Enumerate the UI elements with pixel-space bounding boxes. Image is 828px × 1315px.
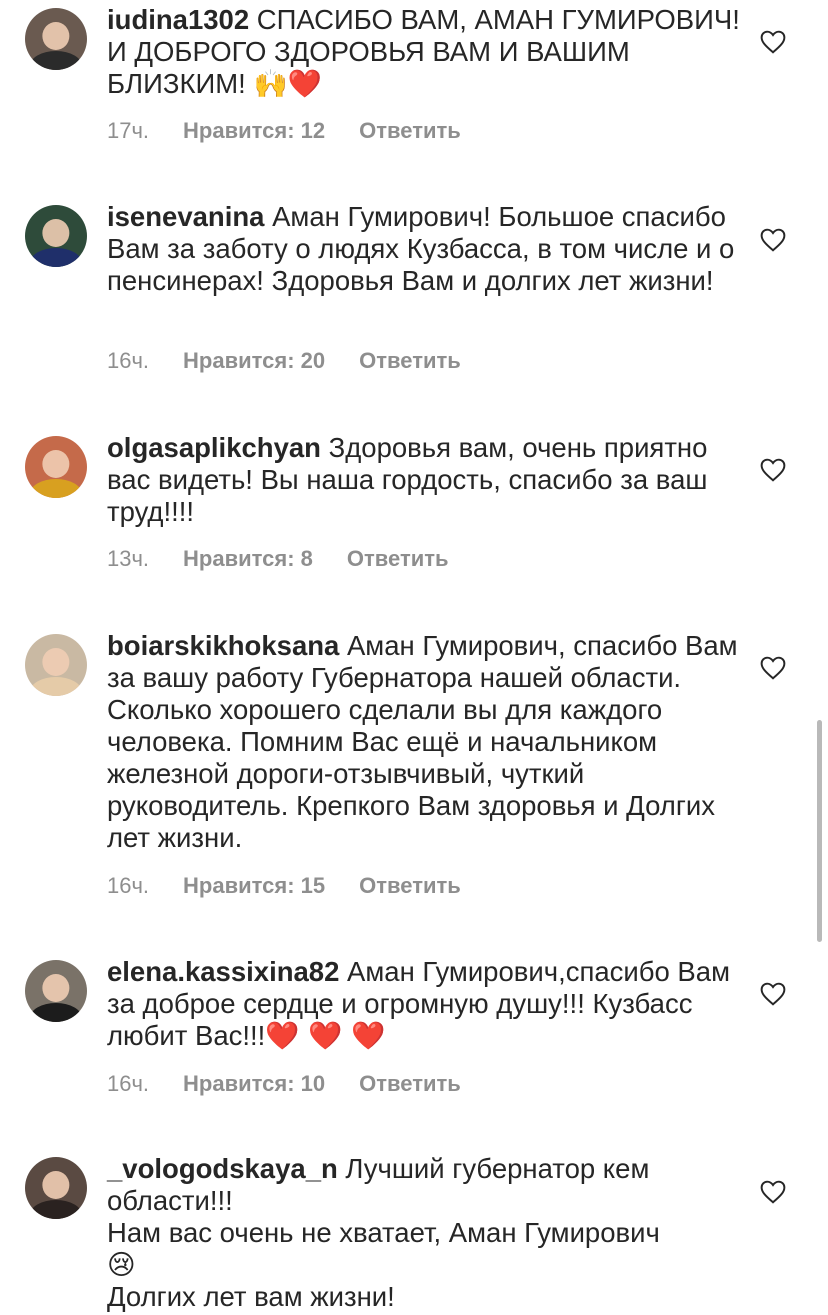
likes-count[interactable]: Нравится: 20 [183,346,325,376]
likes-count[interactable]: Нравится: 12 [183,116,325,146]
comment-body: Аман Гумирович, спасибо Вам за вашу рабо… [107,630,738,853]
avatar[interactable] [25,634,87,696]
likes-count[interactable]: Нравится: 8 [183,544,313,574]
comment-text: boiarskikhoksana Аман Гумирович, спасибо… [107,630,747,854]
timestamp: 16ч. [107,873,150,898]
heart-icon[interactable] [760,982,786,1006]
avatar[interactable] [25,1157,87,1219]
comment-meta: 16ч. Нравится: 10 Ответить [107,1069,461,1099]
emoji: ❤️ ❤️ ❤️ [265,1020,386,1052]
avatar[interactable] [25,8,87,70]
comment-body-line: Долгих лет вам жизни! [107,1281,395,1312]
comment-text: _vologodskaya_n Лучший губернатор кем об… [107,1153,747,1313]
heart-icon[interactable] [760,228,786,252]
avatar[interactable] [25,960,87,1022]
comment-meta: 13ч. Нравится: 8 Ответить [107,544,449,574]
reply-button[interactable]: Ответить [359,1069,461,1099]
heart-icon[interactable] [760,1180,786,1204]
comment-text: iudina1302 СПАСИБО ВАМ, АМАН ГУМИРОВИЧ! … [107,4,747,100]
timestamp: 16ч. [107,348,150,373]
heart-icon[interactable] [760,458,786,482]
reply-button[interactable]: Ответить [359,346,461,376]
heart-icon[interactable] [760,30,786,54]
username[interactable]: olgasaplikchyan [107,432,321,463]
username[interactable]: elena.kassixina82 [107,956,339,987]
emoji: 😢 [107,1249,136,1281]
emoji: 🙌❤️ [253,68,322,100]
scrollbar[interactable] [817,720,822,942]
comment-text: isenevanina Аман Гумирович! Большое спас… [107,201,747,297]
reply-button[interactable]: Ответить [347,544,449,574]
username[interactable]: _vologodskaya_n [107,1153,338,1184]
timestamp: 13ч. [107,546,150,571]
comment-body-line: Нам вас очень не хватает, Аман Гумирович [107,1217,660,1248]
comment-meta: 17ч. Нравится: 12 Ответить [107,116,461,146]
reply-button[interactable]: Ответить [359,116,461,146]
timestamp: 16ч. [107,1071,150,1096]
likes-count[interactable]: Нравится: 15 [183,871,325,901]
likes-count[interactable]: Нравится: 10 [183,1069,325,1099]
comment-meta: 16ч. Нравится: 15 Ответить [107,871,461,901]
avatar[interactable] [25,436,87,498]
avatar[interactable] [25,205,87,267]
comment-text: elena.kassixina82 Аман Гумирович,спасибо… [107,956,747,1052]
heart-icon[interactable] [760,656,786,680]
comment-meta: 16ч. Нравится: 20 Ответить [107,346,461,376]
timestamp: 17ч. [107,118,150,143]
comment-text: olgasaplikchyan Здоровья вам, очень прия… [107,432,747,528]
reply-button[interactable]: Ответить [359,871,461,901]
username[interactable]: isenevanina [107,201,264,232]
username[interactable]: boiarskikhoksana [107,630,339,661]
username[interactable]: iudina1302 [107,4,249,35]
